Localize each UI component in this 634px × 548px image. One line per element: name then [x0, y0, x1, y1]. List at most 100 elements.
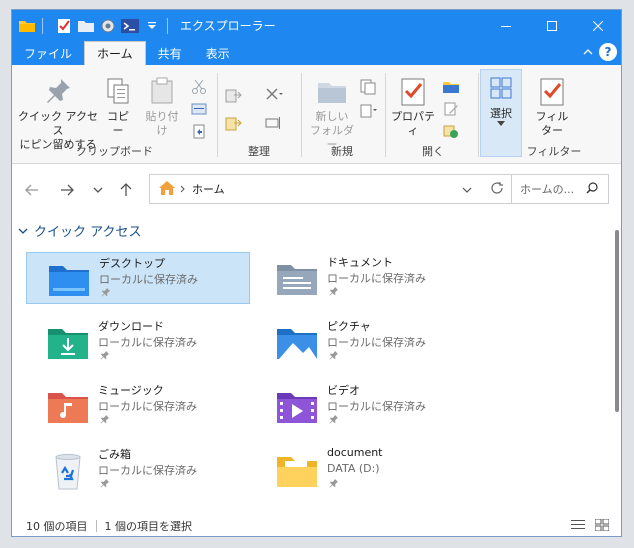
history-button[interactable] — [440, 121, 462, 141]
back-button[interactable] — [22, 180, 42, 200]
breadcrumb-home[interactable]: ホーム — [192, 181, 225, 197]
quick-access-item-music[interactable]: ミュージック ローカルに保存済み — [26, 380, 250, 432]
new-item-icon — [360, 79, 376, 95]
help-icon[interactable]: ? — [599, 43, 617, 61]
customize-quick-access-icon[interactable] — [141, 15, 163, 37]
new-folder-icon — [318, 83, 346, 103]
copy-button[interactable]: コピー — [102, 75, 134, 138]
item-name: ドキュメント — [327, 256, 393, 269]
paste-shortcut-button[interactable] — [188, 121, 210, 141]
tab-home[interactable]: ホーム — [84, 41, 146, 65]
minimize-button[interactable] — [483, 10, 529, 41]
home-icon — [158, 180, 176, 199]
new-folder-quick-icon[interactable] — [75, 15, 97, 37]
pin-icon — [100, 415, 109, 424]
filter-button[interactable]: フィル ター — [532, 75, 572, 138]
scissors-icon — [192, 79, 206, 94]
item-name: document — [327, 446, 383, 459]
status-selected-count: 1 個の項目を選択 — [104, 520, 193, 533]
item-location: ローカルに保存済み — [99, 273, 198, 286]
delete-button[interactable] — [263, 85, 285, 105]
move-to-button[interactable] — [223, 85, 245, 105]
select-button[interactable]: 選択 — [480, 69, 522, 157]
properties-quick-icon[interactable] — [53, 15, 75, 37]
properties-button[interactable]: プロパティ — [390, 75, 436, 138]
delete-icon — [266, 88, 283, 100]
quick-access-item-downloads[interactable]: ダウンロード ローカルに保存済み — [26, 316, 250, 368]
edit-button[interactable] — [440, 99, 462, 119]
cut-button[interactable] — [188, 77, 210, 97]
edit-icon — [444, 102, 458, 116]
large-icons-view-icon[interactable] — [594, 518, 610, 534]
select-content: 選択 — [481, 72, 521, 126]
tab-share[interactable]: 共有 — [146, 41, 194, 65]
content-area: クイック アクセス デスクトップ ローカルに保存済み ドキュメント ローカルに保… — [12, 215, 621, 511]
maximize-button[interactable] — [529, 10, 575, 41]
new-folder-button[interactable]: 新しい フォルダー — [308, 75, 356, 152]
filter-group: フィル ター フィルター — [524, 69, 584, 159]
open-group-label: 開く — [422, 145, 444, 158]
new-item-button[interactable] — [358, 77, 380, 97]
terminal-quick-icon[interactable] — [119, 15, 141, 37]
item-location: DATA (D:) — [327, 462, 380, 475]
title-separator — [167, 17, 168, 34]
item-name: ピクチャ — [327, 320, 371, 333]
recent-locations-button[interactable] — [88, 180, 108, 200]
title-bar: エクスプローラー — [12, 10, 621, 41]
quick-access-header[interactable]: クイック アクセス — [18, 221, 141, 240]
address-bar[interactable]: ホーム — [149, 174, 519, 204]
pin-icon — [329, 415, 338, 424]
details-view-icon[interactable] — [571, 519, 585, 534]
window-controls — [483, 10, 621, 41]
select-grid-icon — [490, 77, 512, 99]
up-button[interactable] — [116, 180, 136, 200]
address-dropdown-icon[interactable] — [462, 183, 472, 196]
rename-button[interactable] — [263, 113, 285, 133]
quick-access-item-recycle-bin[interactable]: ごみ箱 ローカルに保存済み — [26, 444, 250, 496]
quick-access-item-pictures[interactable]: ピクチャ ローカルに保存済み — [255, 316, 479, 368]
copy-to-button[interactable] — [223, 113, 245, 133]
quick-access-item-document[interactable]: document DATA (D:) — [255, 444, 479, 496]
pictures-folder-icon — [277, 329, 317, 359]
open-button[interactable] — [440, 77, 462, 97]
tab-view[interactable]: 表示 — [194, 41, 242, 65]
pin-quick-access-button[interactable]: クイック アクセス にピン留めする — [18, 75, 98, 152]
downloads-folder-icon — [48, 329, 88, 359]
quick-access-item-documents[interactable]: ドキュメント ローカルに保存済み — [255, 252, 479, 304]
window-title: エクスプローラー — [180, 19, 276, 33]
quick-access-item-desktop[interactable]: デスクトップ ローカルに保存済み — [26, 252, 250, 304]
chevron-down-icon — [93, 187, 103, 193]
paste-shortcut-icon — [193, 124, 205, 139]
document-folder-icon — [277, 457, 317, 487]
close-icon — [593, 20, 603, 31]
new-folder-label-line1: 新しい — [315, 110, 349, 123]
select-label: 選択 — [490, 107, 512, 120]
refresh-icon[interactable] — [490, 181, 504, 198]
clipboard-group: クイック アクセス にピン留めする コピー 貼り付け クリップボード — [12, 69, 207, 159]
history-icon — [443, 125, 458, 138]
easy-access-button[interactable] — [358, 101, 380, 121]
pin-icon — [329, 479, 338, 488]
copy-path-button[interactable] — [188, 99, 210, 119]
item-name: ミュージック — [98, 384, 164, 397]
paste-button[interactable]: 貼り付け — [142, 75, 182, 138]
paste-icon — [151, 77, 173, 104]
quick-access-item-videos[interactable]: ビデオ ローカルに保存済み — [255, 380, 479, 432]
search-box[interactable]: ホームの... — [511, 174, 609, 204]
close-button[interactable] — [575, 10, 621, 41]
vertical-scrollbar[interactable] — [615, 230, 619, 412]
rename-icon — [265, 117, 280, 129]
tab-file[interactable]: ファイル — [12, 41, 84, 65]
forward-button[interactable] — [57, 180, 77, 200]
search-input[interactable]: ホームの... — [520, 181, 574, 197]
maximize-icon — [547, 20, 557, 31]
folder-app-icon[interactable] — [16, 15, 38, 37]
ribbon-collapse-icon[interactable] — [583, 46, 593, 59]
item-location: ローカルに保存済み — [98, 400, 197, 413]
item-name: デスクトップ — [99, 257, 165, 270]
filter-label-line2: ター — [541, 124, 563, 137]
videos-folder-icon — [277, 393, 317, 423]
settings-quick-icon[interactable] — [97, 15, 119, 37]
forward-arrow-icon — [61, 184, 74, 196]
copy-label: コピー — [107, 110, 129, 137]
